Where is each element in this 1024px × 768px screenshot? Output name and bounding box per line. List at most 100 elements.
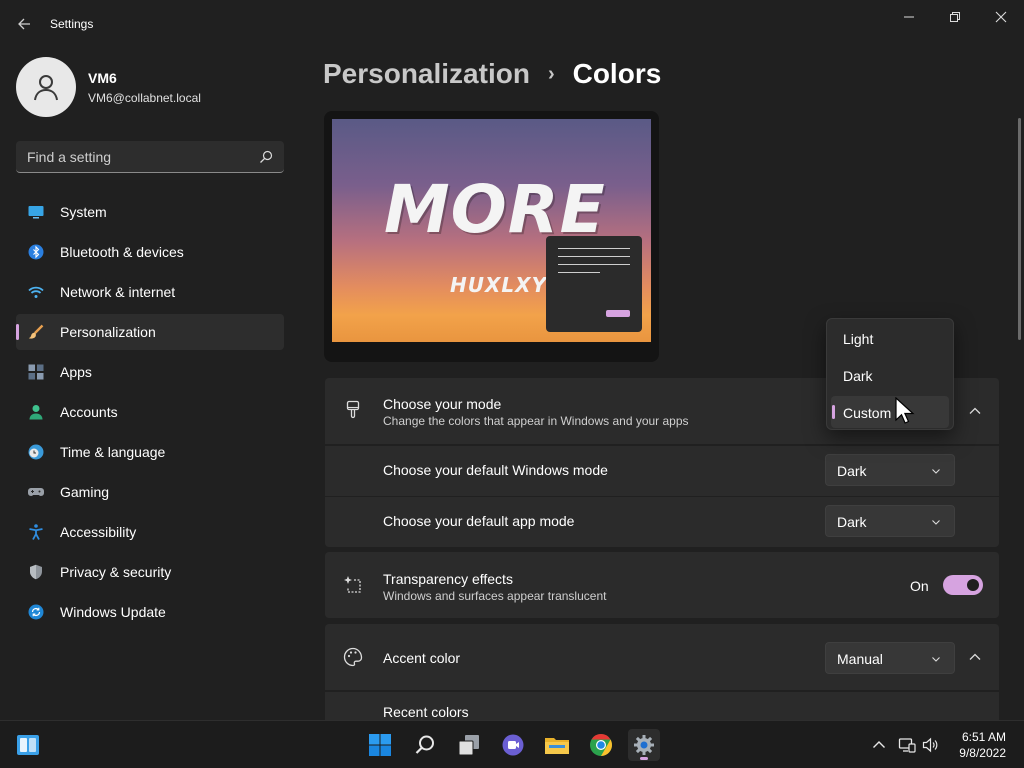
mockup-accent-button (606, 310, 630, 317)
taskbar: 6:51 AM 9/8/2022 (0, 720, 1024, 768)
breadcrumb-parent-link[interactable]: Personalization (323, 58, 530, 90)
globe-clock-icon (28, 444, 44, 460)
update-icon (28, 604, 44, 620)
chevron-down-icon (932, 657, 940, 662)
sidebar-item-windows-update[interactable]: Windows Update (16, 594, 284, 630)
settings-taskbar-button[interactable] (628, 729, 660, 761)
settings-gear-icon (634, 735, 654, 755)
app-mode-dropdown[interactable]: Dark (825, 505, 955, 537)
mode-option-custom[interactable]: Custom (831, 396, 949, 428)
sidebar-item-time-language[interactable]: Time & language (16, 434, 284, 470)
choose-mode-title: Choose your mode (383, 396, 502, 412)
sidebar-item-label: Accounts (60, 404, 118, 420)
avatar (16, 57, 76, 117)
accent-color-card: Accent color Manual (325, 624, 999, 690)
mockup-line (558, 256, 630, 257)
mode-dropdown-menu: Light Dark Custom (826, 318, 954, 430)
transparency-toggle[interactable] (943, 575, 983, 595)
back-arrow-icon (18, 18, 30, 30)
task-view-button[interactable] (453, 729, 485, 761)
sidebar-nav: System Bluetooth & devices Network & int… (16, 194, 284, 634)
widgets-button[interactable] (12, 729, 44, 761)
palette-icon (343, 647, 363, 667)
recent-colors-label: Recent colors (383, 704, 469, 720)
mode-option-label: Custom (843, 405, 892, 421)
chevron-up-icon[interactable] (967, 403, 983, 419)
main-scrollbar[interactable] (1018, 118, 1021, 340)
clock-time: 6:51 AM (961, 730, 1006, 744)
breadcrumb: Personalization › Colors (323, 58, 661, 90)
choose-mode-description: Change the colors that appear in Windows… (383, 414, 689, 428)
restore-button[interactable] (937, 6, 973, 28)
show-hidden-icons-chevron-icon[interactable] (870, 736, 888, 754)
sidebar-item-label: Time & language (60, 444, 166, 460)
app-mode-value: Dark (837, 514, 867, 530)
accent-color-dropdown[interactable]: Manual (825, 642, 955, 674)
start-icon (369, 734, 391, 756)
app-mode-label: Choose your default app mode (383, 513, 575, 529)
chrome-button[interactable] (585, 729, 617, 761)
sidebar-item-system[interactable]: System (16, 194, 284, 230)
volume-icon[interactable] (922, 736, 940, 754)
mode-option-dark[interactable]: Dark (831, 359, 949, 391)
mockup-line (558, 248, 630, 249)
start-button[interactable] (364, 729, 396, 761)
windows-mode-row: Choose your default Windows mode Dark (325, 446, 999, 496)
search-input[interactable] (16, 141, 284, 172)
recent-colors-row: Recent colors (325, 692, 999, 720)
mockup-line (558, 264, 630, 265)
windows-mode-dropdown[interactable]: Dark (825, 454, 955, 486)
person-avatar-icon (34, 75, 58, 101)
teams-chat-icon (502, 734, 524, 756)
sidebar-item-label: Gaming (60, 484, 110, 500)
sidebar-item-apps[interactable]: Apps (16, 354, 284, 390)
accent-color-title: Accent color (383, 650, 461, 666)
taskbar-clock[interactable]: 6:51 AM 9/8/2022 (959, 729, 1006, 761)
user-name: VM6 (88, 70, 117, 86)
clock-date: 9/8/2022 (959, 746, 1006, 760)
app-mode-row: Choose your default app mode Dark (325, 497, 999, 547)
sidebar-item-gaming[interactable]: Gaming (16, 474, 284, 510)
preview-window-mockup (546, 236, 642, 332)
taskbar-search-button[interactable] (409, 729, 441, 761)
close-button[interactable] (983, 6, 1019, 28)
teams-chat-button[interactable] (497, 729, 529, 761)
minimize-button[interactable] (891, 6, 927, 28)
search-box (16, 141, 284, 173)
sidebar-item-label: Privacy & security (60, 564, 172, 580)
sidebar-item-label: Personalization (60, 324, 156, 340)
user-profile[interactable]: VM6 VM6@collabnet.local (16, 57, 286, 117)
widgets-icon (17, 735, 39, 755)
monitor-icon (28, 206, 44, 219)
network-icon[interactable] (898, 736, 916, 754)
windows-mode-value: Dark (837, 463, 867, 479)
minimize-icon (904, 16, 914, 18)
gamepad-icon (28, 488, 44, 496)
sidebar-item-label: System (60, 204, 107, 220)
transparency-description: Windows and surfaces appear translucent (383, 589, 607, 603)
transparency-card: Transparency effects Windows and surface… (325, 552, 999, 618)
chevron-up-icon[interactable] (967, 649, 983, 665)
search-icon[interactable] (258, 149, 274, 165)
sidebar-item-bluetooth[interactable]: Bluetooth & devices (16, 234, 284, 270)
transparency-state-label: On (910, 578, 929, 594)
theme-preview: MORE HUXLXY (324, 111, 659, 362)
file-explorer-button[interactable] (541, 729, 573, 761)
app-title: Settings (50, 17, 94, 31)
person-icon (29, 405, 43, 420)
sidebar-item-network[interactable]: Network & internet (16, 274, 284, 310)
sidebar-item-label: Accessibility (60, 524, 137, 540)
mode-option-label: Light (843, 331, 874, 347)
shield-icon (30, 564, 42, 580)
toggle-knob (967, 579, 979, 591)
transparency-title: Transparency effects (383, 571, 513, 587)
sidebar-item-accounts[interactable]: Accounts (16, 394, 284, 430)
mode-option-light[interactable]: Light (831, 322, 949, 354)
mouse-cursor-icon (895, 397, 915, 424)
accessibility-icon (29, 524, 43, 540)
chevron-down-icon (932, 520, 940, 525)
sidebar-item-accessibility[interactable]: Accessibility (16, 514, 284, 550)
back-button[interactable] (12, 12, 36, 36)
sidebar-item-personalization[interactable]: Personalization (16, 314, 284, 350)
sidebar-item-privacy-security[interactable]: Privacy & security (16, 554, 284, 590)
